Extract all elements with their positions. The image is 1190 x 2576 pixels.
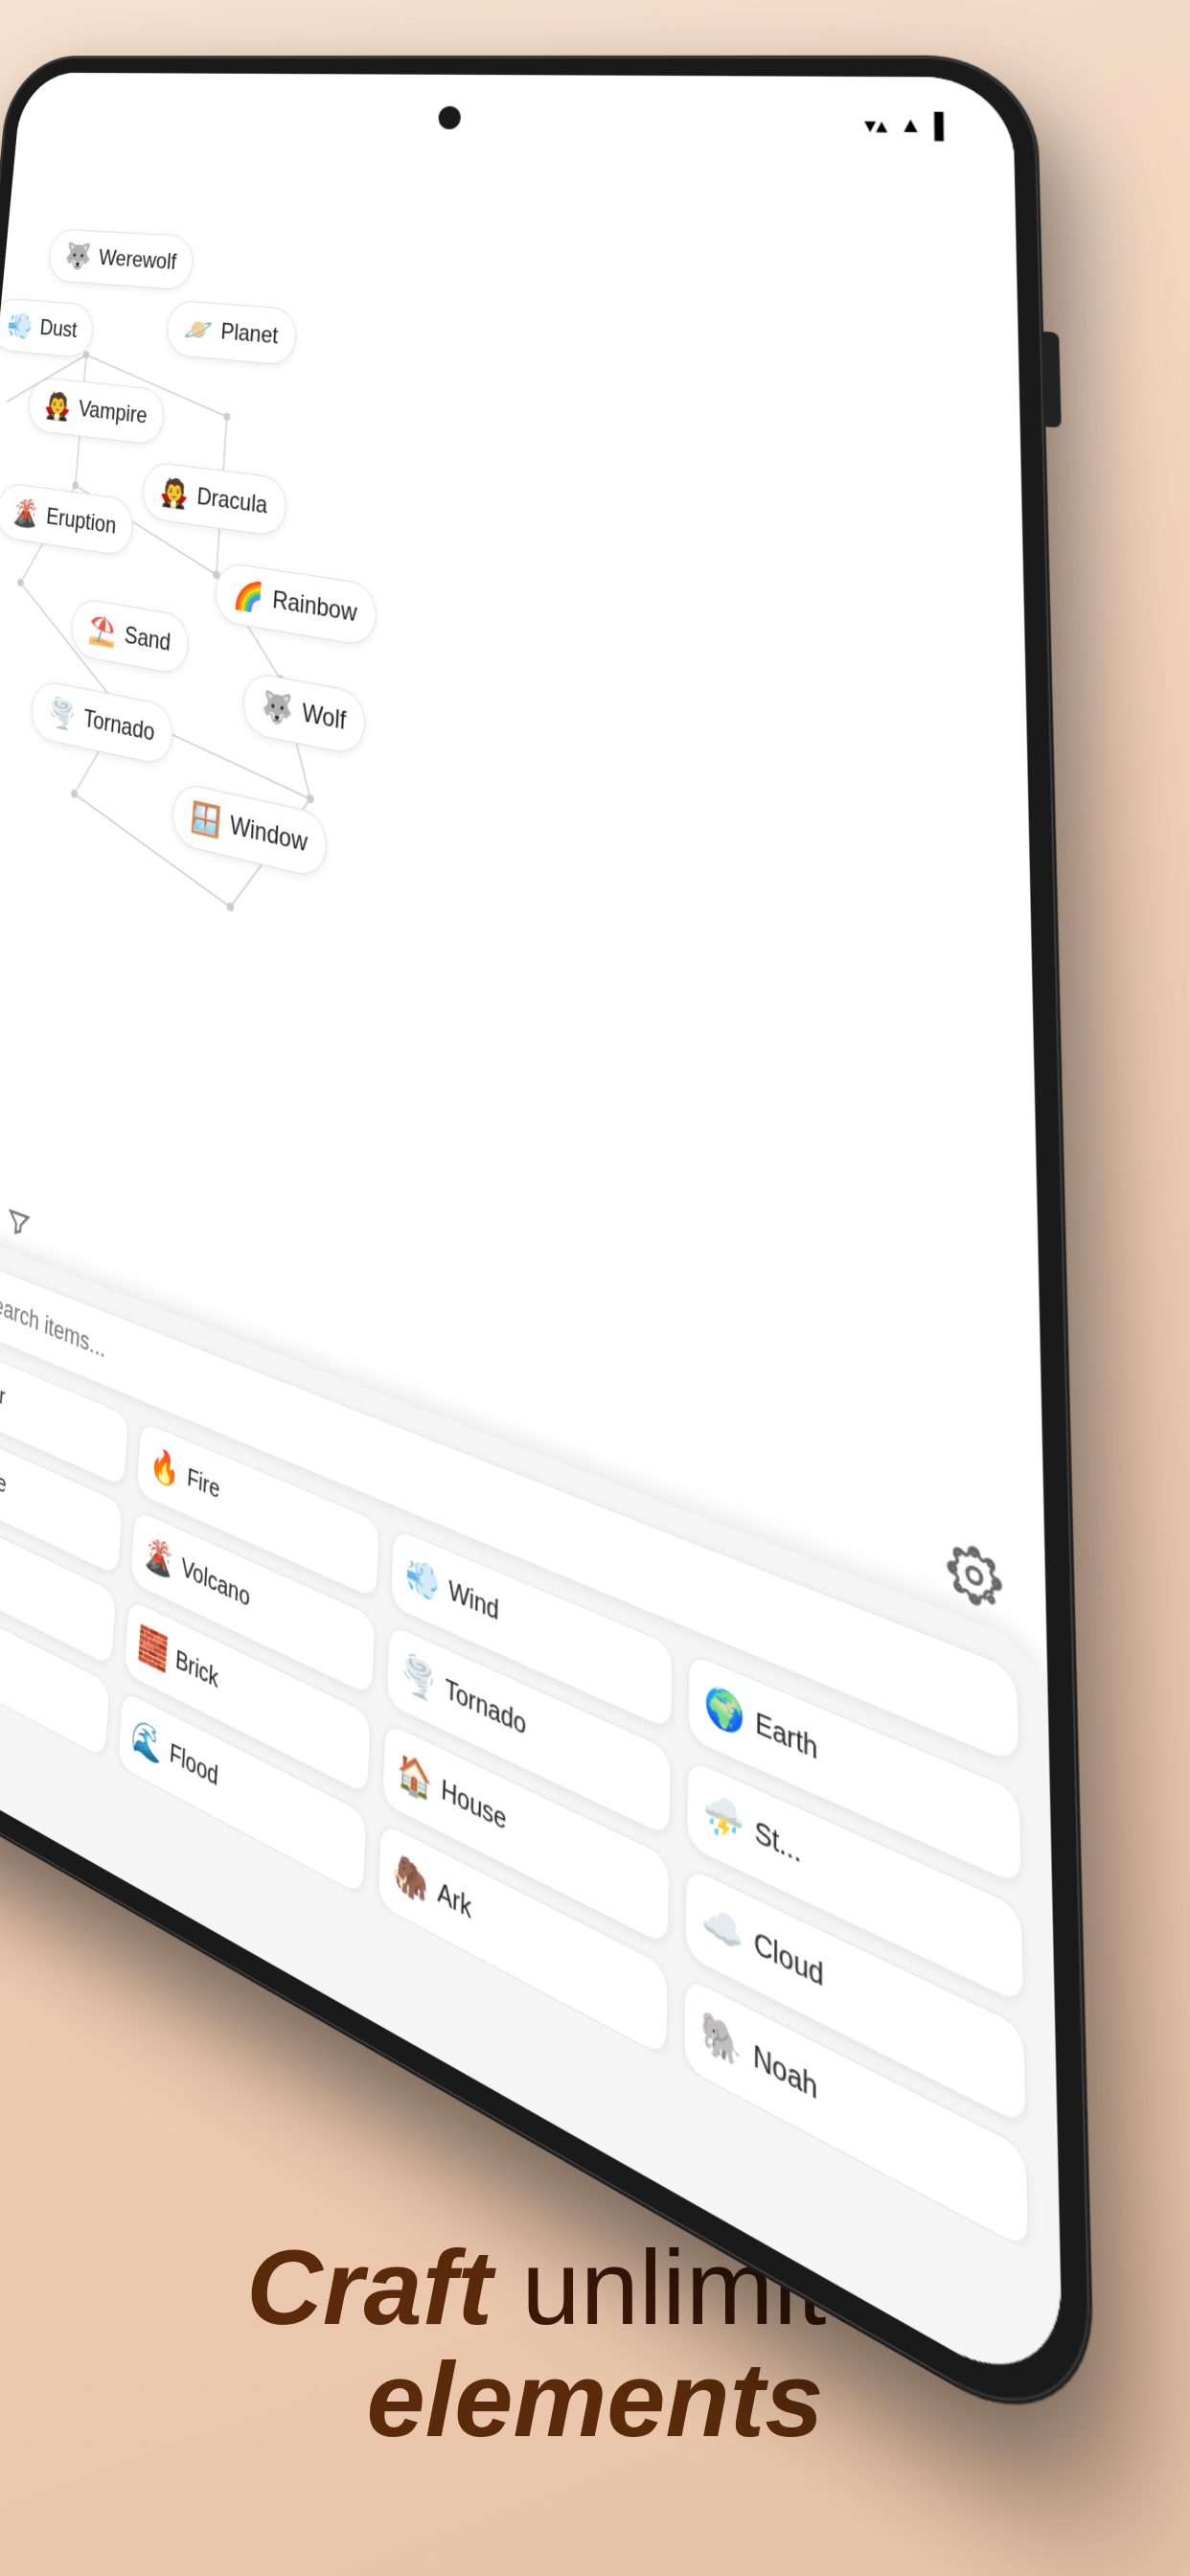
werewolf-emoji: 🐺 — [64, 241, 93, 271]
tornado-grid-label: Tornado — [445, 1674, 527, 1743]
tornado-grid-emoji: 🌪️ — [400, 1648, 437, 1707]
element-wolf[interactable]: 🐺 Wolf — [241, 671, 368, 757]
earth-label: Earth — [755, 1707, 817, 1768]
element-sand[interactable]: ⛱️ Sand — [69, 597, 190, 677]
element-werewolf[interactable]: 🐺 Werewolf — [47, 228, 195, 290]
lte-icon: ▲ — [899, 113, 922, 139]
ark-label: Ark — [437, 1876, 472, 1927]
element-dracula[interactable]: 🧛 Dracula — [141, 461, 287, 539]
brick-label: Brick — [174, 1645, 218, 1696]
element-rainbow[interactable]: 🌈 Rainbow — [214, 561, 378, 648]
ark-emoji: 🦣 — [392, 1848, 429, 1910]
noah-emoji: 🐘 — [699, 2006, 743, 2076]
wolf-emoji: 🐺 — [261, 688, 294, 729]
tornado-label: Tornado — [82, 704, 155, 748]
element-dust[interactable]: 💨 Dust — [0, 297, 95, 358]
volcano-emoji: 🌋 — [143, 1531, 175, 1584]
planet-label: Planet — [220, 318, 280, 350]
vampire-emoji: 🧛 — [43, 390, 72, 424]
wolf-label: Wolf — [301, 698, 346, 736]
smoke-label: Smoke — [0, 1450, 7, 1501]
water-label: Water — [0, 1367, 6, 1412]
earth-emoji: 🌍 — [703, 1679, 744, 1742]
fire-label: Fire — [186, 1463, 220, 1506]
flood-emoji: 🌊 — [130, 1714, 164, 1769]
volcano-label: Volcano — [180, 1553, 250, 1614]
status-icons: ▾▴ ▲ ▌ — [864, 111, 953, 141]
battery-icon: ▌ — [934, 112, 953, 141]
camera-cutout — [438, 106, 461, 130]
eruption-emoji: 🌋 — [11, 495, 40, 530]
rainbow-emoji: 🌈 — [232, 577, 264, 615]
element-eruption[interactable]: 🌋 Eruption — [0, 481, 135, 557]
element-window[interactable]: 🪟 Window — [171, 781, 329, 881]
filter-tool[interactable] — [0, 1188, 41, 1259]
werewolf-label: Werewolf — [98, 245, 177, 276]
craft-bold-text: Craft — [246, 2229, 492, 2347]
house-emoji: 🏠 — [396, 1747, 433, 1807]
dracula-emoji: 🧛 — [159, 475, 190, 512]
fire-emoji: 🔥 — [149, 1443, 181, 1494]
vampire-label: Vampire — [78, 396, 149, 429]
tornado-emoji: 🌪️ — [47, 695, 78, 733]
rainbow-label: Rainbow — [271, 586, 357, 629]
element-planet[interactable]: 🪐 Planet — [165, 300, 297, 367]
cloud-emoji: ☁️ — [701, 1895, 744, 1963]
flood-label: Flood — [169, 1738, 219, 1794]
canvas-toolbar — [0, 1167, 41, 1258]
brick-emoji: 🧱 — [136, 1622, 169, 1675]
window-emoji: 🪟 — [190, 798, 222, 840]
storm-emoji: ⛈️ — [702, 1785, 744, 1851]
element-vampire[interactable]: 🧛 Vampire — [27, 377, 167, 447]
house-label: House — [441, 1774, 507, 1838]
sand-emoji: ⛱️ — [87, 612, 118, 650]
dracula-label: Dracula — [196, 483, 268, 520]
signal-icon: ▾▴ — [864, 111, 887, 139]
dust-label: Dust — [39, 314, 79, 343]
noah-label: Noah — [753, 2039, 818, 2109]
sand-label: Sand — [124, 621, 172, 657]
element-tornado[interactable]: 🌪️ Tornado — [29, 678, 174, 768]
window-label: Window — [229, 810, 309, 858]
wind-emoji: 💨 — [404, 1552, 441, 1608]
cloud-label: Cloud — [754, 1926, 824, 1996]
eruption-label: Eruption — [45, 503, 117, 540]
dust-emoji: 💨 — [6, 310, 34, 341]
planet-emoji: 🪐 — [183, 313, 214, 347]
wind-label: Wind — [447, 1576, 499, 1628]
storm-label: St... — [754, 1815, 801, 1872]
